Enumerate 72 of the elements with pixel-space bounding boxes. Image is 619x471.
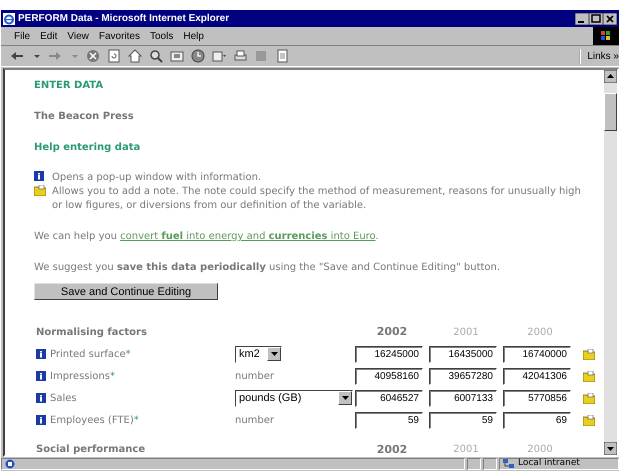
field-label: Sales bbox=[50, 392, 77, 406]
year-header: 2001 bbox=[452, 326, 480, 340]
field-label: Employees (FTE) bbox=[50, 414, 134, 428]
menu-item[interactable]: View bbox=[62, 28, 94, 44]
field-label: Impressions bbox=[50, 370, 110, 384]
menu-item[interactable]: Tools bbox=[144, 28, 178, 44]
value-field[interactable]: 69 bbox=[503, 412, 571, 428]
scroll-down-button[interactable] bbox=[604, 442, 617, 455]
links-button[interactable]: Links » bbox=[579, 48, 619, 64]
note-folder-icon[interactable] bbox=[583, 414, 595, 426]
unit-text: number bbox=[235, 414, 276, 428]
ie-logo-icon bbox=[3, 12, 15, 24]
home-icon[interactable] bbox=[127, 48, 143, 64]
help-text: Opens a pop-up window with information. bbox=[52, 171, 262, 185]
value-field[interactable]: 16245000 bbox=[355, 346, 423, 362]
info-icon[interactable] bbox=[36, 371, 46, 381]
value-field[interactable]: 40958160 bbox=[355, 368, 423, 384]
help-heading: Help entering data bbox=[34, 141, 142, 155]
value-field[interactable]: 6007133 bbox=[429, 390, 497, 406]
organisation-name: The Beacon Press bbox=[34, 110, 135, 124]
value-field[interactable]: 16740000 bbox=[503, 346, 571, 362]
section-title: Normalising factors bbox=[36, 326, 148, 340]
year-header: 2002 bbox=[376, 442, 408, 455]
scroll-thumb[interactable] bbox=[604, 93, 617, 131]
unit-select[interactable]: pounds (GB) bbox=[235, 390, 353, 406]
scroll-up-button[interactable] bbox=[604, 70, 617, 83]
menu-item[interactable]: Favorites bbox=[94, 28, 145, 44]
unit-text: number bbox=[235, 370, 276, 384]
menu-item[interactable]: Help bbox=[178, 28, 209, 44]
year-header: 2000 bbox=[526, 443, 554, 455]
value-field[interactable]: 39657280 bbox=[429, 368, 497, 384]
page-heading: ENTER DATA bbox=[34, 79, 104, 93]
required-mark: * bbox=[110, 370, 115, 384]
year-header: 2002 bbox=[376, 324, 408, 340]
help-text: Allows you to add a note. The note could specify the method of measurement, reasons for unusually high or low figures, or diversions from our definition of the variable. bbox=[52, 185, 582, 213]
menu-item[interactable]: File bbox=[9, 28, 36, 44]
save-button[interactable]: Save and Continue Editing bbox=[34, 283, 218, 300]
year-header: 2001 bbox=[452, 443, 480, 455]
minimize-button[interactable] bbox=[575, 12, 589, 24]
note-folder-icon bbox=[34, 185, 48, 196]
unit-select[interactable]: km2 bbox=[235, 346, 282, 362]
convert-sentence: We can help you convert fuel into energy and currencies into Euro. bbox=[34, 230, 380, 244]
info-icon[interactable] bbox=[36, 349, 46, 359]
value-field[interactable]: 42041306 bbox=[503, 368, 571, 384]
stop-icon[interactable] bbox=[85, 48, 101, 64]
note-folder-icon[interactable] bbox=[583, 348, 595, 360]
value-field[interactable]: 6046527 bbox=[355, 390, 423, 406]
required-mark: * bbox=[134, 414, 139, 428]
note-folder-icon[interactable] bbox=[583, 370, 595, 382]
note-folder-icon[interactable] bbox=[583, 392, 595, 404]
status-zone: Local intranet bbox=[518, 457, 580, 470]
info-icon[interactable] bbox=[36, 393, 46, 403]
refresh-icon[interactable] bbox=[106, 48, 122, 64]
suggest-sentence: We suggest you save this data periodically using the "Save and Continue Editing" button. bbox=[34, 261, 502, 275]
value-field[interactable]: 59 bbox=[429, 412, 497, 428]
windows-logo-icon bbox=[593, 27, 619, 45]
value-field[interactable]: 5770856 bbox=[503, 390, 571, 406]
scrollbar[interactable] bbox=[604, 70, 617, 455]
section-title: Social performance bbox=[36, 443, 146, 455]
value-field[interactable]: 59 bbox=[355, 412, 423, 428]
menu-item[interactable]: Edit bbox=[35, 28, 62, 44]
history-icon[interactable] bbox=[190, 48, 206, 64]
value-field[interactable]: 16435000 bbox=[429, 346, 497, 362]
window-title: PERFORM Data - Microsoft Internet Explorer bbox=[18, 12, 230, 26]
close-button[interactable] bbox=[603, 12, 617, 24]
network-icon bbox=[503, 459, 515, 469]
info-icon[interactable] bbox=[36, 415, 46, 425]
year-header: 2000 bbox=[526, 326, 554, 340]
required-mark: * bbox=[126, 348, 131, 362]
maximize-button[interactable] bbox=[589, 12, 603, 24]
search-icon[interactable] bbox=[148, 48, 164, 64]
field-label: Printed surface bbox=[50, 348, 126, 362]
